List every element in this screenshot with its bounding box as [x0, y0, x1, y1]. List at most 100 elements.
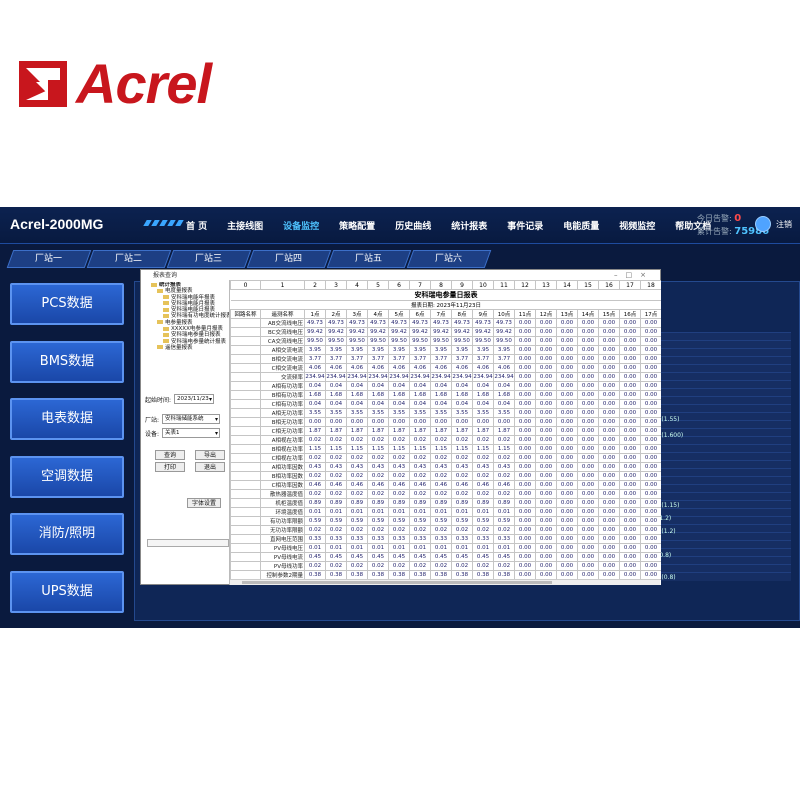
nav-item[interactable]: 策略配置 — [339, 219, 375, 232]
nav-item[interactable]: 历史曲线 — [395, 219, 431, 232]
value-cell: 0.00 — [598, 435, 620, 445]
font-settings-button[interactable]: 字体设置 — [187, 498, 221, 508]
menu-button[interactable]: 消防/照明 — [10, 513, 124, 555]
station-select[interactable]: 安科瑞储能系统 — [162, 414, 221, 424]
scrollbar-thumb[interactable] — [242, 581, 552, 584]
circuit-cell — [230, 489, 261, 499]
value-cell: 0.00 — [577, 543, 599, 553]
nav-item[interactable]: 主接线图 — [227, 219, 263, 232]
horizontal-scrollbar[interactable] — [230, 579, 660, 585]
hour-header: 13点 — [556, 309, 578, 319]
value-cell: 0.00 — [304, 417, 326, 427]
value-cell: 0.00 — [598, 444, 620, 454]
tree-node[interactable]: 遥信量报表 — [145, 345, 232, 351]
value-cell: 49.73 — [472, 318, 494, 328]
value-cell: 0.00 — [514, 381, 536, 391]
value-cell: 0.02 — [367, 453, 389, 463]
query-button[interactable]: 查询 — [155, 450, 185, 460]
hour-header: 12点 — [535, 309, 557, 319]
column-index[interactable]: 1 — [260, 280, 305, 290]
nav-item[interactable]: 电能质量 — [563, 219, 599, 232]
value-cell: 0.00 — [640, 543, 661, 553]
column-index[interactable]: 11 — [493, 280, 515, 290]
value-cell: 3.77 — [304, 354, 326, 364]
value-cell: 0.00 — [619, 543, 641, 553]
value-cell: 1.68 — [430, 390, 452, 400]
value-cell: 0.00 — [514, 552, 536, 562]
value-cell: 0.00 — [640, 417, 661, 427]
circuit-cell — [230, 381, 261, 391]
column-index[interactable]: 3 — [325, 280, 347, 290]
column-index[interactable]: 0 — [230, 280, 261, 290]
column-index[interactable]: 12 — [514, 280, 536, 290]
metric-name: B相功率因数 — [260, 471, 305, 481]
column-index[interactable]: 7 — [409, 280, 431, 290]
user-avatar-icon[interactable] — [755, 216, 771, 232]
station-tab[interactable]: 厂站六 — [406, 250, 492, 268]
column-index[interactable]: 16 — [598, 280, 620, 290]
column-index[interactable]: 14 — [556, 280, 578, 290]
logout-link[interactable]: 注销 — [776, 219, 792, 230]
value-cell: 0.00 — [514, 426, 536, 436]
metric-name: PV母线电流 — [260, 552, 305, 562]
menu-button[interactable]: 电表数据 — [10, 398, 124, 440]
minimize-icon[interactable]: – — [614, 271, 626, 279]
table-row: A相视在功率 0.02 0.02 0.02 0.02 0.02 0.02 0.02 0.02 0.… — [230, 435, 661, 445]
station-tab[interactable]: 厂站二 — [86, 250, 172, 268]
value-cell: 0.01 — [346, 507, 368, 517]
metric-name: BC交流线电压 — [260, 327, 305, 337]
station-tab[interactable]: 厂站一 — [6, 250, 92, 268]
nav-item[interactable]: 视频监控 — [619, 219, 655, 232]
value-cell: 0.02 — [388, 471, 410, 481]
nav-item[interactable]: 首 页 — [186, 219, 207, 232]
column-index[interactable]: 4 — [346, 280, 368, 290]
station-tab[interactable]: 厂站三 — [166, 250, 252, 268]
close-icon[interactable]: × — [640, 271, 654, 279]
menu-button[interactable]: BMS数据 — [10, 340, 124, 383]
value-cell: 1.68 — [346, 390, 368, 400]
nav-item[interactable]: 事件记录 — [507, 219, 543, 232]
nav-item[interactable]: 统计报表 — [451, 219, 487, 232]
export-button[interactable]: 导出 — [195, 450, 225, 460]
value-cell: 1.68 — [493, 390, 515, 400]
column-index[interactable]: 6 — [388, 280, 410, 290]
menu-button[interactable]: PCS数据 — [10, 283, 124, 325]
menu-button[interactable]: 空调数据 — [10, 455, 124, 498]
device-select[interactable]: 关表1 — [162, 428, 221, 438]
column-index[interactable]: 5 — [367, 280, 389, 290]
value-cell: 99.42 — [430, 327, 452, 337]
user-menu[interactable]: 注销 — [755, 216, 792, 232]
alarm-today-count[interactable]: 0 — [734, 213, 741, 224]
value-cell: 0.46 — [472, 480, 494, 490]
value-cell: 0.02 — [430, 489, 452, 499]
column-index[interactable]: 10 — [472, 280, 494, 290]
value-cell: 0.00 — [556, 498, 578, 508]
value-cell: 1.87 — [430, 426, 452, 436]
value-cell: 0.00 — [535, 444, 557, 454]
column-index[interactable]: 17 — [619, 280, 641, 290]
column-index[interactable]: 13 — [535, 280, 557, 290]
value-cell: 0.00 — [640, 480, 661, 490]
alarm-total-label: 累计告警: — [697, 227, 732, 236]
exit-button[interactable]: 退出 — [195, 462, 225, 472]
column-index[interactable]: 8 — [430, 280, 452, 290]
value-cell: 0.00 — [556, 489, 578, 499]
menu-button[interactable]: UPS数据 — [10, 570, 124, 613]
station-tab[interactable]: 厂站五 — [326, 250, 412, 268]
value-cell: 1.68 — [325, 390, 347, 400]
value-cell: 0.45 — [304, 552, 326, 562]
print-button[interactable]: 打印 — [155, 462, 185, 472]
start-time-picker[interactable]: 2023/11/23 — [174, 394, 215, 404]
station-tab[interactable]: 厂站四 — [246, 250, 332, 268]
column-index[interactable]: 9 — [451, 280, 473, 290]
value-cell: 234.94 — [451, 372, 473, 382]
value-cell: 0.00 — [514, 534, 536, 544]
value-cell: 99.42 — [304, 327, 326, 337]
maximize-icon[interactable]: □ — [626, 271, 641, 279]
value-cell: 0.00 — [556, 318, 578, 328]
column-index[interactable]: 18 — [640, 280, 661, 290]
column-index[interactable]: 15 — [577, 280, 599, 290]
column-index[interactable]: 2 — [304, 280, 326, 290]
table-row: 环境温度值 0.01 0.01 0.01 0.01 0.01 0.01 0.01 0.01 0.0… — [230, 507, 661, 517]
nav-item[interactable]: 设备监控 — [283, 219, 319, 232]
